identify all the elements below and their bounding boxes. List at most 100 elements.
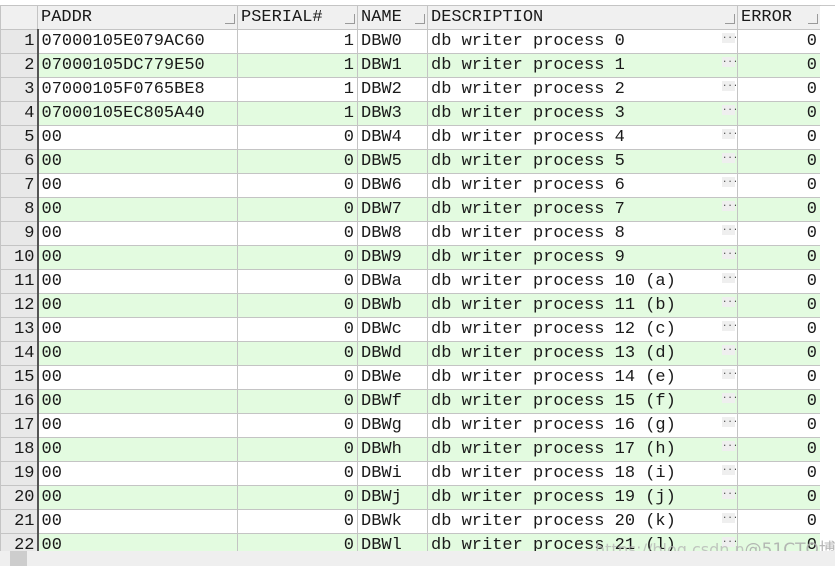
column-header-description[interactable]: DESCRIPTION [427,5,738,30]
name-cell[interactable]: DBWb [357,293,428,318]
paddr-cell[interactable]: 07000105F0765BE8 [37,77,238,102]
error-cell[interactable]: 0 [737,413,821,438]
paddr-cell[interactable]: 07000105DC779E50 [37,53,238,78]
pserial-cell[interactable]: 0 [237,413,358,438]
paddr-cell[interactable]: 00 [37,437,238,462]
row-number-cell[interactable]: 20 [0,485,39,510]
table-row[interactable]: 14 00 0 DBWd db writer process 13 (d)... 0 [0,341,821,366]
cell-edit-button[interactable]: ... [722,248,737,259]
row-number-cell[interactable]: 19 [0,461,39,486]
paddr-cell[interactable]: 00 [37,125,238,150]
row-number-cell[interactable]: 16 [0,389,39,414]
cell-edit-button[interactable]: ... [722,200,737,211]
paddr-cell[interactable]: 00 [37,485,238,510]
description-cell[interactable]: db writer process 15 (f)... [427,389,738,414]
description-cell[interactable]: db writer process 19 (j)... [427,485,738,510]
paddr-cell[interactable]: 00 [37,293,238,318]
row-number-cell[interactable]: 9 [0,221,39,246]
cell-edit-button[interactable]: ... [722,104,737,115]
error-cell[interactable]: 0 [737,461,821,486]
name-cell[interactable]: DBW6 [357,173,428,198]
name-cell[interactable]: DBWc [357,317,428,342]
row-number-cell[interactable]: 21 [0,509,39,534]
error-cell[interactable]: 0 [737,53,821,78]
name-cell[interactable]: DBWe [357,365,428,390]
description-cell[interactable]: db writer process 2... [427,77,738,102]
error-cell[interactable]: 0 [737,341,821,366]
pserial-cell[interactable]: 1 [237,101,358,126]
row-number-cell[interactable]: 7 [0,173,39,198]
table-row[interactable]: 3 07000105F0765BE8 1 DBW2 db writer process … [0,77,821,102]
table-row[interactable]: 16 00 0 DBWf db writer process 15 (f)... 0 [0,389,821,414]
paddr-cell[interactable]: 00 [37,149,238,174]
pserial-cell[interactable]: 0 [237,437,358,462]
cell-edit-button[interactable]: ... [722,128,737,139]
error-cell[interactable]: 0 [737,77,821,102]
paddr-cell[interactable]: 00 [37,245,238,270]
name-cell[interactable]: DBW8 [357,221,428,246]
table-row[interactable]: 11 00 0 DBWa db writer process 10 (a)... 0 [0,269,821,294]
paddr-cell[interactable]: 00 [37,413,238,438]
name-cell[interactable]: DBWh [357,437,428,462]
cell-edit-button[interactable]: ... [722,368,737,379]
paddr-cell[interactable]: 00 [37,269,238,294]
cell-edit-button[interactable]: ... [722,392,737,403]
error-cell[interactable]: 0 [737,485,821,510]
description-cell[interactable]: db writer process 1... [427,53,738,78]
error-cell[interactable]: 0 [737,293,821,318]
name-cell[interactable]: DBW7 [357,197,428,222]
pserial-cell[interactable]: 0 [237,293,358,318]
row-number-cell[interactable]: 5 [0,125,39,150]
description-cell[interactable]: db writer process 14 (e)... [427,365,738,390]
pserial-cell[interactable]: 0 [237,149,358,174]
table-row[interactable]: 15 00 0 DBWe db writer process 14 (e)... 0 [0,365,821,390]
cell-edit-button[interactable]: ... [722,512,737,523]
paddr-cell[interactable]: 00 [37,389,238,414]
pserial-cell[interactable]: 0 [237,485,358,510]
table-row[interactable]: 7 00 0 DBW6 db writer process 6... 0 [0,173,821,198]
description-cell[interactable]: db writer process 5... [427,149,738,174]
error-cell[interactable]: 0 [737,101,821,126]
row-number-cell[interactable]: 6 [0,149,39,174]
row-number-header[interactable] [0,5,38,30]
pserial-cell[interactable]: 0 [237,461,358,486]
table-row[interactable]: 2 07000105DC779E50 1 DBW1 db writer process … [0,53,821,78]
row-number-cell[interactable]: 10 [0,245,39,270]
row-number-cell[interactable]: 4 [0,101,39,126]
table-row[interactable]: 4 07000105EC805A40 1 DBW3 db writer process … [0,101,821,126]
paddr-cell[interactable]: 00 [37,365,238,390]
column-filter-icon[interactable] [345,14,355,24]
row-number-cell[interactable]: 3 [0,77,39,102]
name-cell[interactable]: DBW5 [357,149,428,174]
column-filter-icon[interactable] [225,14,235,24]
row-number-cell[interactable]: 15 [0,365,39,390]
description-cell[interactable]: db writer process 3... [427,101,738,126]
description-cell[interactable]: db writer process 0... [427,29,738,54]
pserial-cell[interactable]: 0 [237,341,358,366]
pserial-cell[interactable]: 1 [237,29,358,54]
column-header-name[interactable]: NAME [357,5,428,30]
error-cell[interactable]: 0 [737,29,821,54]
table-row[interactable]: 20 00 0 DBWj db writer process 19 (j)... 0 [0,485,821,510]
paddr-cell[interactable]: 00 [37,173,238,198]
error-cell[interactable]: 0 [737,197,821,222]
row-number-cell[interactable]: 2 [0,53,39,78]
table-row[interactable]: 12 00 0 DBWb db writer process 11 (b)... 0 [0,293,821,318]
description-cell[interactable]: db writer process 6... [427,173,738,198]
name-cell[interactable]: DBW2 [357,77,428,102]
error-cell[interactable]: 0 [737,221,821,246]
cell-edit-button[interactable]: ... [722,464,737,475]
cell-edit-button[interactable]: ... [722,296,737,307]
paddr-cell[interactable]: 07000105EC805A40 [37,101,238,126]
table-row[interactable]: 1 07000105E079AC60 1 DBW0 db writer process … [0,29,821,54]
error-cell[interactable]: 0 [737,389,821,414]
column-header-paddr[interactable]: PADDR [37,5,238,30]
table-row[interactable]: 6 00 0 DBW5 db writer process 5... 0 [0,149,821,174]
pserial-cell[interactable]: 1 [237,77,358,102]
description-cell[interactable]: db writer process 11 (b)... [427,293,738,318]
horizontal-scrollbar[interactable] [0,551,835,566]
paddr-cell[interactable]: 00 [37,197,238,222]
pserial-cell[interactable]: 0 [237,389,358,414]
column-filter-icon[interactable] [808,14,818,24]
column-filter-icon[interactable] [725,14,735,24]
